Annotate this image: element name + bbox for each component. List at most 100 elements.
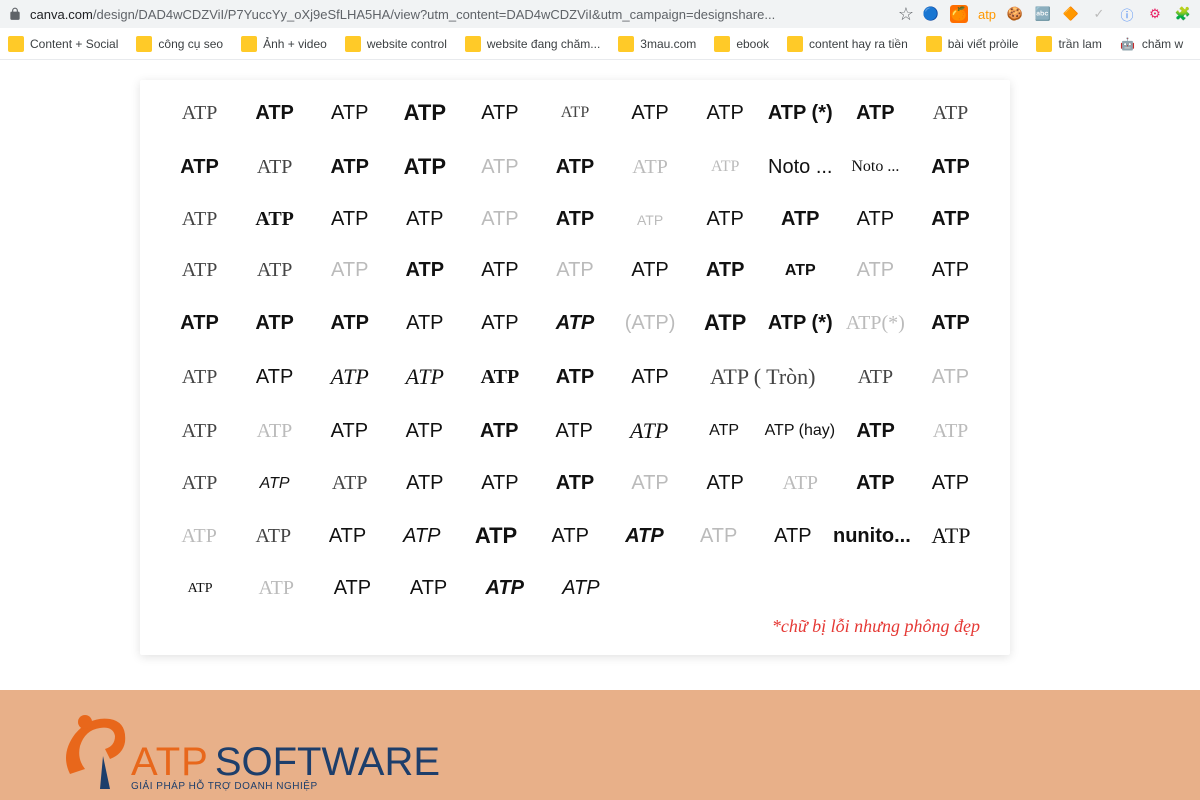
font-row: ATPATPATPATPATPATPATPATPATPnunito...ATP: [165, 523, 985, 549]
font-sample: ATP: [165, 312, 234, 335]
font-sample: ATP: [540, 208, 609, 231]
bookmark-label: chăm w: [1142, 37, 1183, 51]
font-sample: ATP: [317, 577, 387, 600]
bookmark-item[interactable]: 🤖chăm w: [1120, 36, 1183, 52]
bookmark-item[interactable]: content hay ra tiền: [787, 36, 908, 52]
font-row: ATPATPATPATPATPATPATPATPATP (*)ATPATP: [165, 100, 985, 126]
font-sample: ATP: [540, 156, 609, 179]
font-sample: ATP: [916, 420, 985, 443]
font-sample: ATP: [315, 364, 384, 390]
design-card[interactable]: ATP ATP ATP ATP ATP ATP ATP ATP ATP (*) ATP ATP ATP…: [140, 80, 1010, 655]
font-sample: ATP: [240, 259, 309, 282]
address-bar: canva.com/design/DAD4wCDZViI/P7YuccYy_oX…: [0, 0, 1200, 28]
extensions-icon[interactable]: 🧩: [1174, 5, 1192, 23]
font-sample: ATP: [616, 156, 685, 179]
font-sample: ATP: [691, 158, 760, 176]
ext-icon-8[interactable]: ⓘ: [1118, 5, 1136, 23]
font-row: ATPATPATPATPATPATPATPATPATPATPATP: [165, 208, 985, 231]
font-sample: ATP: [916, 312, 985, 335]
font-sample: ATP: [916, 472, 985, 495]
font-sample: ATP: [390, 472, 459, 495]
font-sample: nunito...: [833, 525, 911, 548]
bookmark-item[interactable]: Content + Social: [8, 36, 118, 52]
font-sample: ATP: [390, 312, 459, 335]
font-sample: ATP: [165, 259, 234, 282]
bookmarks-bar: Content + Social công cụ seo Ảnh + video we…: [0, 28, 1200, 60]
url-text[interactable]: canva.com/design/DAD4wCDZViI/P7YuccYy_oX…: [30, 7, 898, 22]
bookmark-label: website đang chăm...: [487, 37, 600, 51]
font-sample: ATP: [390, 259, 459, 282]
ext-icon-4[interactable]: 🍪: [1006, 5, 1024, 23]
font-sample: ATP: [691, 259, 760, 282]
font-sample: ATP: [540, 366, 609, 389]
folder-icon: [136, 36, 152, 52]
font-sample: ATP (*): [766, 312, 835, 335]
ext-icon-7[interactable]: ✓: [1090, 5, 1108, 23]
font-sample: ATP: [691, 472, 760, 495]
font-sample: ATP: [616, 102, 685, 125]
font-sample: ATP: [841, 366, 910, 389]
ext-icon-2[interactable]: 🍊: [950, 5, 968, 23]
font-sample: ATP: [465, 102, 534, 125]
font-sample: ATP: [916, 102, 985, 125]
font-sample: ATP: [616, 472, 685, 495]
bookmark-item[interactable]: bài viết pròile: [926, 36, 1019, 52]
font-sample: ATP: [465, 156, 534, 179]
font-sample: ATP: [393, 577, 463, 600]
font-sample: ATP: [165, 156, 234, 179]
font-sample: ATP: [390, 100, 459, 126]
font-sample: ATP: [916, 156, 985, 179]
font-sample: ATP: [315, 420, 384, 443]
folder-icon: [8, 36, 24, 52]
font-row: ATPATPATPATPATPATPATPATP ( Tròn)ATPATP: [165, 364, 985, 390]
font-sample: ATP (hay): [765, 422, 836, 440]
font-sample: ATP: [691, 208, 760, 231]
font-sample: ATP: [241, 577, 311, 600]
bookmark-label: ebook: [736, 37, 769, 51]
folder-icon: [1036, 36, 1052, 52]
logo-text-atp: ATP: [131, 740, 209, 785]
bookmark-item[interactable]: trần lam: [1036, 36, 1101, 52]
folder-icon: [618, 36, 634, 52]
font-sample: ATP: [916, 208, 985, 231]
font-sample: ATP: [315, 472, 384, 495]
font-row: ATPATPATPATPATPATP: [165, 577, 616, 600]
bookmark-item[interactable]: 3mau.com: [618, 36, 696, 52]
folder-icon: [714, 36, 730, 52]
font-sample: ATP: [841, 259, 910, 282]
ext-icon-3[interactable]: atp: [978, 5, 996, 23]
logo-text-software: SOFTWARE: [215, 740, 440, 785]
font-sample: ATP: [916, 259, 985, 282]
star-icon[interactable]: ☆: [898, 4, 914, 25]
font-sample: ATP: [766, 262, 835, 280]
logo-mark-icon: [55, 704, 133, 792]
ext-icon-6[interactable]: 🔶: [1062, 5, 1080, 23]
font-row: ATPATPATPATPATPATPATPATPATP (hay)ATPATP: [165, 418, 985, 444]
font-sample: ATP: [165, 208, 234, 231]
font-sample: ATP: [759, 525, 827, 548]
font-sample: ATP: [165, 581, 235, 597]
bookmark-item[interactable]: website đang chăm...: [465, 36, 600, 52]
bookmark-item[interactable]: website control: [345, 36, 447, 52]
font-sample: ATP(*): [841, 312, 910, 335]
ext-icon-5[interactable]: 🔤: [1034, 5, 1052, 23]
font-sample: ATP: [465, 312, 534, 335]
font-sample: ATP: [546, 577, 616, 600]
url-domain: canva.com: [30, 7, 93, 22]
font-sample: (ATP): [616, 312, 685, 335]
font-sample: ATP: [390, 208, 459, 231]
ext-icon-1[interactable]: 🔵: [922, 5, 940, 23]
bookmark-item[interactable]: ebook: [714, 36, 769, 52]
font-sample: ATP: [165, 420, 234, 443]
font-sample: ATP: [691, 102, 760, 125]
bookmark-item[interactable]: Ảnh + video: [241, 36, 327, 52]
font-sample: Noto ...: [841, 158, 910, 176]
bookmark-item[interactable]: công cụ seo: [136, 36, 223, 52]
bookmark-label: bài viết pròile: [948, 37, 1019, 51]
font-sample: ATP: [165, 472, 234, 495]
font-sample: ATP: [536, 525, 604, 548]
font-sample: ATP: [540, 420, 609, 443]
folder-icon: [926, 36, 942, 52]
ext-icon-9[interactable]: ⚙: [1146, 5, 1164, 23]
canvas-stage: ATP ATP ATP ATP ATP ATP ATP ATP ATP (*) ATP ATP ATP…: [0, 60, 1200, 690]
